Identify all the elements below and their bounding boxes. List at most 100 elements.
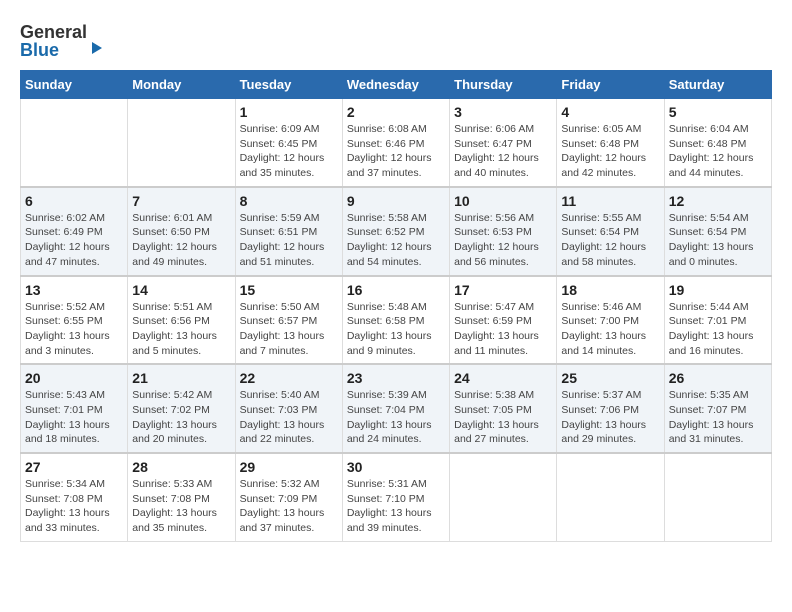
calendar-cell (664, 453, 771, 541)
day-number: 4 (561, 104, 659, 120)
day-info: Sunrise: 5:51 AM Sunset: 6:56 PM Dayligh… (132, 300, 230, 359)
calendar-cell: 14Sunrise: 5:51 AM Sunset: 6:56 PM Dayli… (128, 276, 235, 365)
calendar-cell: 26Sunrise: 5:35 AM Sunset: 7:07 PM Dayli… (664, 364, 771, 453)
svg-text:Blue: Blue (20, 40, 59, 60)
day-number: 3 (454, 104, 552, 120)
calendar-cell (450, 453, 557, 541)
calendar-cell (21, 99, 128, 187)
day-info: Sunrise: 5:38 AM Sunset: 7:05 PM Dayligh… (454, 388, 552, 447)
day-info: Sunrise: 5:59 AM Sunset: 6:51 PM Dayligh… (240, 211, 338, 270)
day-info: Sunrise: 6:08 AM Sunset: 6:46 PM Dayligh… (347, 122, 445, 181)
day-info: Sunrise: 5:37 AM Sunset: 7:06 PM Dayligh… (561, 388, 659, 447)
day-info: Sunrise: 5:48 AM Sunset: 6:58 PM Dayligh… (347, 300, 445, 359)
header: GeneralBlue (20, 20, 772, 60)
calendar-cell: 9 Sunrise: 5:58 AM Sunset: 6:52 PM Daylig… (342, 187, 449, 276)
day-number: 1 (240, 104, 338, 120)
day-number: 18 (561, 282, 659, 298)
calendar-cell: 18 Sunrise: 5:46 AM Sunset: 7:00 PM Dayli… (557, 276, 664, 365)
header-row: SundayMondayTuesdayWednesdayThursdayFrid… (21, 71, 772, 99)
calendar-table: SundayMondayTuesdayWednesdayThursdayFrid… (20, 70, 772, 542)
calendar-cell: 15 Sunrise: 5:50 AM Sunset: 6:57 PM Dayli… (235, 276, 342, 365)
calendar-cell: 6 Sunrise: 6:02 AM Sunset: 6:49 PM Daylig… (21, 187, 128, 276)
day-number: 16 (347, 282, 445, 298)
day-info: Sunrise: 5:42 AM Sunset: 7:02 PM Dayligh… (132, 388, 230, 447)
calendar-cell: 19 Sunrise: 5:44 AM Sunset: 7:01 PM Dayli… (664, 276, 771, 365)
day-info: Sunrise: 6:09 AM Sunset: 6:45 PM Dayligh… (240, 122, 338, 181)
calendar-cell: 29Sunrise: 5:32 AM Sunset: 7:09 PM Dayli… (235, 453, 342, 541)
col-header-wednesday: Wednesday (342, 71, 449, 99)
logo-svg: GeneralBlue (20, 20, 120, 60)
calendar-cell: 3Sunrise: 6:06 AM Sunset: 6:47 PM Daylig… (450, 99, 557, 187)
calendar-cell: 11Sunrise: 5:55 AM Sunset: 6:54 PM Dayli… (557, 187, 664, 276)
day-info: Sunrise: 6:02 AM Sunset: 6:49 PM Dayligh… (25, 211, 123, 270)
calendar-cell: 8 Sunrise: 5:59 AM Sunset: 6:51 PM Daylig… (235, 187, 342, 276)
day-number: 2 (347, 104, 445, 120)
day-number: 10 (454, 193, 552, 209)
calendar-cell (557, 453, 664, 541)
day-info: Sunrise: 5:33 AM Sunset: 7:08 PM Dayligh… (132, 477, 230, 536)
calendar-week-2: 6 Sunrise: 6:02 AM Sunset: 6:49 PM Daylig… (21, 187, 772, 276)
day-number: 15 (240, 282, 338, 298)
col-header-sunday: Sunday (21, 71, 128, 99)
col-header-thursday: Thursday (450, 71, 557, 99)
day-number: 20 (25, 370, 123, 386)
day-number: 7 (132, 193, 230, 209)
calendar-cell: 7 Sunrise: 6:01 AM Sunset: 6:50 PM Daylig… (128, 187, 235, 276)
day-number: 27 (25, 459, 123, 475)
calendar-cell: 13 Sunrise: 5:52 AM Sunset: 6:55 PM Dayli… (21, 276, 128, 365)
day-info: Sunrise: 5:34 AM Sunset: 7:08 PM Dayligh… (25, 477, 123, 536)
calendar-cell: 27 Sunrise: 5:34 AM Sunset: 7:08 PM Dayli… (21, 453, 128, 541)
day-info: Sunrise: 5:31 AM Sunset: 7:10 PM Dayligh… (347, 477, 445, 536)
day-number: 29 (240, 459, 338, 475)
day-number: 6 (25, 193, 123, 209)
calendar-cell: 22 Sunrise: 5:40 AM Sunset: 7:03 PM Dayli… (235, 364, 342, 453)
day-number: 12 (669, 193, 767, 209)
col-header-tuesday: Tuesday (235, 71, 342, 99)
calendar-cell: 20 Sunrise: 5:43 AM Sunset: 7:01 PM Dayli… (21, 364, 128, 453)
col-header-monday: Monday (128, 71, 235, 99)
day-number: 17 (454, 282, 552, 298)
calendar-cell: 21 Sunrise: 5:42 AM Sunset: 7:02 PM Dayli… (128, 364, 235, 453)
calendar-week-4: 20 Sunrise: 5:43 AM Sunset: 7:01 PM Dayli… (21, 364, 772, 453)
day-info: Sunrise: 5:43 AM Sunset: 7:01 PM Dayligh… (25, 388, 123, 447)
day-info: Sunrise: 5:54 AM Sunset: 6:54 PM Dayligh… (669, 211, 767, 270)
day-number: 30 (347, 459, 445, 475)
day-info: Sunrise: 5:39 AM Sunset: 7:04 PM Dayligh… (347, 388, 445, 447)
calendar-cell: 5 Sunrise: 6:04 AM Sunset: 6:48 PM Daylig… (664, 99, 771, 187)
calendar-cell: 1 Sunrise: 6:09 AM Sunset: 6:45 PM Daylig… (235, 99, 342, 187)
day-number: 21 (132, 370, 230, 386)
calendar-cell: 25 Sunrise: 5:37 AM Sunset: 7:06 PM Dayli… (557, 364, 664, 453)
day-info: Sunrise: 5:58 AM Sunset: 6:52 PM Dayligh… (347, 211, 445, 270)
day-number: 13 (25, 282, 123, 298)
day-number: 9 (347, 193, 445, 209)
day-info: Sunrise: 5:55 AM Sunset: 6:54 PM Dayligh… (561, 211, 659, 270)
day-info: Sunrise: 6:01 AM Sunset: 6:50 PM Dayligh… (132, 211, 230, 270)
day-number: 22 (240, 370, 338, 386)
day-number: 8 (240, 193, 338, 209)
day-info: Sunrise: 5:50 AM Sunset: 6:57 PM Dayligh… (240, 300, 338, 359)
calendar-cell: 28Sunrise: 5:33 AM Sunset: 7:08 PM Dayli… (128, 453, 235, 541)
day-info: Sunrise: 5:46 AM Sunset: 7:00 PM Dayligh… (561, 300, 659, 359)
calendar-cell: 24 Sunrise: 5:38 AM Sunset: 7:05 PM Dayli… (450, 364, 557, 453)
calendar-cell: 23Sunrise: 5:39 AM Sunset: 7:04 PM Dayli… (342, 364, 449, 453)
day-number: 25 (561, 370, 659, 386)
calendar-week-3: 13 Sunrise: 5:52 AM Sunset: 6:55 PM Dayli… (21, 276, 772, 365)
calendar-cell: 10Sunrise: 5:56 AM Sunset: 6:53 PM Dayli… (450, 187, 557, 276)
day-number: 19 (669, 282, 767, 298)
calendar-cell: 2 Sunrise: 6:08 AM Sunset: 6:46 PM Daylig… (342, 99, 449, 187)
calendar-cell: 12 Sunrise: 5:54 AM Sunset: 6:54 PM Dayli… (664, 187, 771, 276)
day-number: 5 (669, 104, 767, 120)
day-info: Sunrise: 5:40 AM Sunset: 7:03 PM Dayligh… (240, 388, 338, 447)
day-number: 24 (454, 370, 552, 386)
day-info: Sunrise: 5:52 AM Sunset: 6:55 PM Dayligh… (25, 300, 123, 359)
calendar-cell: 4Sunrise: 6:05 AM Sunset: 6:48 PM Daylig… (557, 99, 664, 187)
calendar-cell: 17Sunrise: 5:47 AM Sunset: 6:59 PM Dayli… (450, 276, 557, 365)
calendar-cell (128, 99, 235, 187)
day-info: Sunrise: 6:04 AM Sunset: 6:48 PM Dayligh… (669, 122, 767, 181)
col-header-saturday: Saturday (664, 71, 771, 99)
calendar-cell: 30 Sunrise: 5:31 AM Sunset: 7:10 PM Dayli… (342, 453, 449, 541)
day-info: Sunrise: 5:44 AM Sunset: 7:01 PM Dayligh… (669, 300, 767, 359)
calendar-week-5: 27 Sunrise: 5:34 AM Sunset: 7:08 PM Dayli… (21, 453, 772, 541)
calendar-cell: 16 Sunrise: 5:48 AM Sunset: 6:58 PM Dayli… (342, 276, 449, 365)
day-info: Sunrise: 5:35 AM Sunset: 7:07 PM Dayligh… (669, 388, 767, 447)
